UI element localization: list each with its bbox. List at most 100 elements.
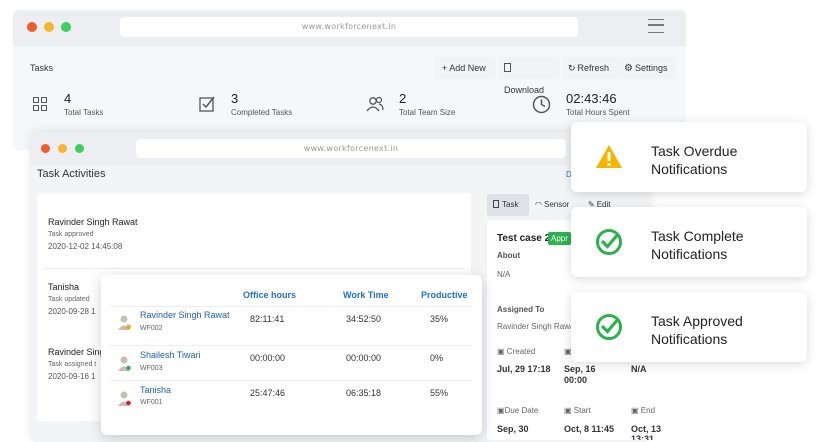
notification-task-approved[interactable]: Task Approved Notifications [571,292,807,362]
due-date-text: Due Date [504,406,539,415]
activity-time: 2020-09-16 1 [48,372,96,381]
due-date-value: Sep, 30 [497,424,529,434]
avatar [118,315,131,330]
member-id: WF001 [140,399,163,406]
warning-icon [596,145,622,168]
due-date-label: ▣Due Date [497,406,538,415]
productive-cell: 55% [430,388,449,398]
refresh-icon: ↻ [568,63,576,73]
settings-button[interactable]: ⚙ Settings [620,57,676,79]
hours-spent-value: 02:43:46 [566,91,617,106]
avatar [118,356,131,371]
users-icon [366,96,384,112]
activity-name: Tanisha [48,282,80,292]
menu-icon[interactable] [648,19,664,33]
maximize-dot[interactable] [61,22,71,32]
na-value: N/A [631,364,647,374]
wifi-icon: ◠ [535,200,542,209]
office-hours-cell: 00:00:00 [250,353,286,363]
notification-task-overdue[interactable]: Task Overdue Notifications [571,122,807,192]
completed-tasks-value: 3 [231,91,239,106]
hours-spent-label: Total Hours Spent [566,108,630,117]
assigned-label: Assigned To [497,305,545,314]
assigned-value: Ravinder Singh Rawa [497,322,575,331]
clock-icon [532,95,551,114]
gear-icon: ⚙ [624,63,633,74]
task-title: Test case 2 [497,233,551,244]
header-divider [110,306,472,307]
date-value: Sep, 16 [564,364,596,374]
end-value: Oct, 13 [631,424,662,434]
productive-header: Productive [421,290,468,300]
created-label-text: Created [506,347,536,356]
activity-time: 2020-09-28 1 [48,307,96,316]
date-value: 00:00 [564,375,588,385]
work-time-cell: 34:52:50 [346,314,382,324]
notification-task-complete[interactable]: Task Complete Notifications [571,207,807,277]
tab-sensor-label: Sensor [543,200,570,209]
notification-text: Task Overdue Notifications [651,142,737,178]
notification-line1: Task Complete [651,228,744,244]
settings-label: Settings [634,63,668,73]
task-activities-title: Task Activities [37,168,106,180]
url-bar[interactable]: www.workforcenext.in [120,17,578,37]
notification-text: Task Complete Notifications [651,227,744,263]
notification-line2: Notifications [651,161,728,177]
tab-task[interactable]: Task [487,194,529,216]
notification-line2: Notifications [651,331,728,347]
member-id: WF002 [140,325,163,332]
refresh-button[interactable]: ↻ Refresh [562,57,620,79]
office-hours-cell: 25:47:46 [250,388,286,398]
activity-action: Task updated [48,296,90,303]
notification-line2: Notifications [651,246,728,262]
bookmark-icon [493,200,499,208]
tab-task-label: Task [502,200,519,209]
activity-name: Ravinder Sing [48,347,105,357]
close-dot[interactable] [41,144,50,153]
refresh-label: Refresh [577,63,610,73]
check-circle-icon [596,229,622,255]
member-name[interactable]: Tanisha [140,385,171,395]
calendar-icon: ▣ [497,347,505,356]
close-dot[interactable] [27,22,37,32]
file-icon [504,63,511,72]
team-size-label: Total Team Size [399,108,456,117]
office-hours-header: Office hours [243,290,297,300]
activity-action: Task assigned t [48,361,97,368]
start-value: Oct, 8 11:45 [564,424,615,434]
total-tasks-value: 4 [64,91,72,106]
start-label: ▣ Start [564,406,591,415]
member-name[interactable]: Shailesh Tiwari [140,350,201,360]
download-label: Download [504,85,545,95]
tab-sensor[interactable]: ◠ Sensor [535,194,569,216]
notification-line1: Task Approved [651,313,743,329]
avatar [118,391,131,406]
work-time-cell: 06:35:18 [346,388,382,398]
download-button[interactable]: Download [498,57,560,95]
url-bar[interactable]: www.workforcenext.in [136,139,566,158]
work-time-header: Work Time [343,290,389,300]
divider [44,268,464,269]
end-text: End [640,406,656,415]
activity-time: 2020-12-02 14:45:08 [48,242,123,251]
row-divider [110,345,472,346]
office-hours-cell: 82:11:41 [250,314,285,324]
maximize-dot[interactable] [75,144,84,153]
minimize-dot[interactable] [44,22,54,32]
calendar-icon: ▣ [497,406,505,415]
activity-action: Task approved [48,231,94,238]
notification-line1: Task Overdue [651,143,738,159]
end-label: ▣ End [631,406,655,415]
add-new-button[interactable]: + Add New [434,57,496,79]
productive-cell: 0% [430,353,444,363]
work-time-cell: 00:00:00 [346,353,382,363]
about-label: About [497,251,521,260]
member-name[interactable]: Ravinder Singh Rawat [140,310,230,320]
row-divider [110,380,472,381]
minimize-dot[interactable] [58,144,67,153]
page-title: Tasks [30,63,54,73]
completed-tasks-label: Completed Tasks [231,108,293,117]
notification-text: Task Approved Notifications [651,312,743,348]
about-value: N/A [497,270,511,279]
calendar-icon: ▣ [564,406,572,415]
